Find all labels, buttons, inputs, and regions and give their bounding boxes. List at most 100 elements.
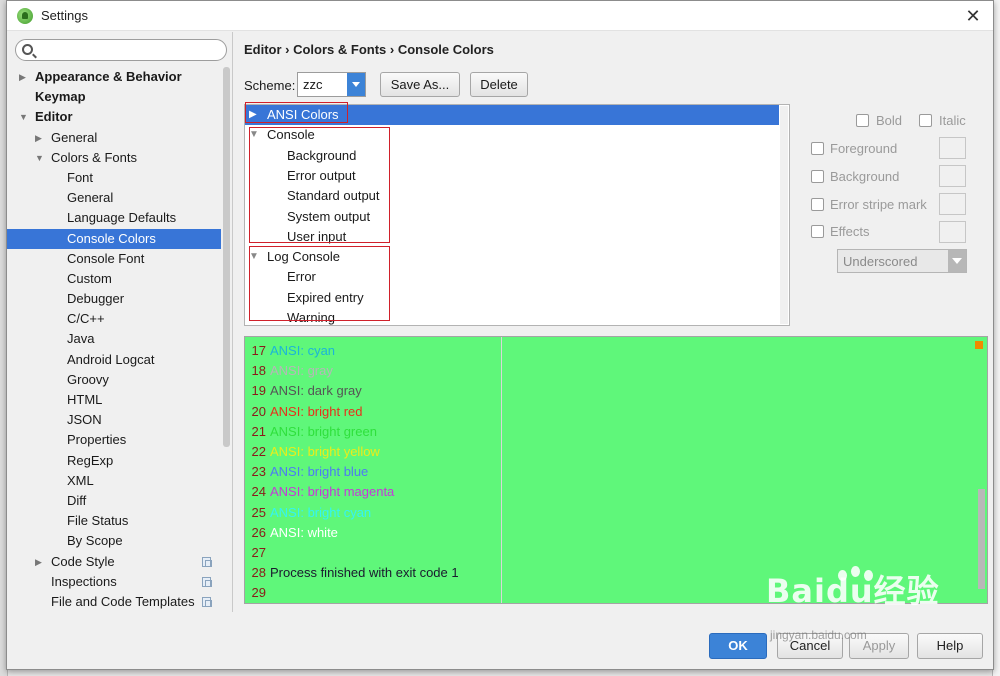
line-number: 29	[251, 585, 266, 601]
sidebar-item[interactable]: Console Font	[7, 249, 221, 269]
foreground-checkbox[interactable]	[811, 142, 824, 155]
sidebar-item[interactable]: File and Code Templates	[7, 592, 221, 612]
sidebar-item[interactable]: Android Logcat	[7, 350, 221, 370]
scheme-dropdown[interactable]: zzc	[297, 72, 366, 97]
sidebar-item[interactable]: Diff	[7, 491, 221, 511]
chevron-down-icon[interactable]	[948, 250, 966, 272]
line-number: 24	[251, 484, 266, 500]
effect-type-dropdown[interactable]: Underscored	[837, 249, 967, 273]
sidebar-item-label: RegExp	[67, 452, 114, 468]
window-title: Settings	[41, 8, 88, 23]
sidebar-item[interactable]: RegExp	[7, 451, 221, 471]
line-number: 19	[251, 383, 266, 399]
sidebar-item[interactable]: Language Defaults	[7, 208, 221, 228]
sidebar-item[interactable]: Debugger	[7, 289, 221, 309]
breadcrumb: Editor › Colors & Fonts › Console Colors	[244, 42, 494, 57]
sidebar-item-label: Console Font	[67, 250, 145, 266]
highlight-box-ansi	[245, 102, 348, 123]
sidebar-item[interactable]: Custom	[7, 269, 221, 289]
sidebar-item[interactable]: HTML	[7, 390, 221, 410]
sidebar-item-label: Font	[67, 169, 94, 185]
preview-line-text: ANSI: gray	[270, 363, 333, 379]
sidebar-item[interactable]: Properties	[7, 430, 221, 450]
preview-line-text: ANSI: cyan	[270, 343, 336, 358]
expand-right-icon[interactable]: ▶	[35, 552, 45, 572]
italic-checkbox[interactable]	[919, 114, 932, 127]
sidebar-item[interactable]: ▼ Editor	[7, 107, 221, 127]
error-stripe-color-swatch[interactable]	[939, 193, 966, 215]
close-icon[interactable]: ✕	[963, 6, 983, 26]
settings-tree: ▶ Appearance & Behavior Keymap ▼ Editor ▶ Gene…	[7, 67, 221, 612]
line-number: 27	[251, 545, 266, 560]
line-number: 26	[251, 524, 266, 540]
expand-right-icon[interactable]: ▶	[35, 128, 45, 148]
sidebar-item-label: XML	[67, 472, 94, 488]
expand-down-icon[interactable]: ▼	[19, 107, 29, 127]
preview-line-text: ANSI: bright cyan	[270, 504, 372, 520]
error-stripe-marker	[975, 341, 983, 349]
main-panel: Editor › Colors & Fonts › Console Colors…	[234, 32, 994, 612]
sidebar-item[interactable]: Java	[7, 329, 221, 349]
color-tree-scrollbar[interactable]	[780, 106, 788, 324]
delete-button[interactable]: Delete	[470, 72, 528, 97]
bold-checkbox[interactable]	[856, 114, 869, 127]
sidebar-item[interactable]: Groovy	[7, 370, 221, 390]
sidebar-item[interactable]: C/C++	[7, 309, 221, 329]
preview-line-text: ANSI: white	[270, 524, 338, 540]
android-studio-icon	[17, 7, 33, 24]
foreground-color-swatch[interactable]	[939, 137, 966, 159]
sidebar-item[interactable]: XML	[7, 471, 221, 491]
sidebar-item-label: Console Colors	[67, 230, 156, 246]
save-as-button[interactable]: Save As...	[380, 72, 460, 97]
sidebar-item-label: Groovy	[67, 371, 109, 387]
effects-checkbox[interactable]	[811, 225, 824, 238]
preview-line-text: ANSI: dark gray	[270, 383, 362, 399]
sidebar-item[interactable]: Console Colors	[7, 228, 221, 249]
error-stripe-checkbox[interactable]	[811, 198, 824, 211]
expand-down-icon[interactable]: ▼	[35, 148, 45, 168]
sidebar-item[interactable]: General	[7, 188, 221, 208]
sidebar-item-label: C/C++	[67, 311, 105, 327]
line-number: 25	[251, 504, 266, 520]
line-number: 23	[251, 464, 266, 480]
title-bar: Settings ✕	[7, 1, 993, 31]
sidebar-item[interactable]: Keymap	[7, 87, 221, 107]
preview-line-text: ANSI: bright magenta	[270, 484, 395, 500]
background-color-swatch[interactable]	[939, 165, 966, 187]
line-number: 21	[251, 423, 266, 439]
search-input[interactable]	[38, 42, 218, 58]
bold-label: Bold	[876, 113, 903, 128]
background-label: Background	[830, 169, 900, 184]
background-checkbox[interactable]	[811, 170, 824, 183]
effect-type-value: Underscored	[843, 254, 918, 269]
sidebar-item[interactable]: Font	[7, 168, 221, 188]
line-number: 18	[251, 363, 266, 379]
error-stripe-label: Error stripe mark	[830, 197, 927, 212]
console-preview[interactable]: 17 ANSI: cyan 18 ANSI: gray 19 ANSI: dark gra…	[244, 336, 988, 604]
sidebar-item[interactable]: File Status	[7, 511, 221, 531]
sidebar-item-label: Diff	[67, 492, 87, 508]
search-box[interactable]	[15, 39, 227, 61]
sidebar-item[interactable]: Inspections	[7, 572, 221, 592]
preview-scrollbar[interactable]	[978, 489, 985, 589]
preview-line-text: ANSI: bright blue	[270, 464, 369, 480]
sidebar-item-label: File Status	[67, 513, 129, 529]
line-number: 20	[251, 403, 266, 419]
sidebar-item[interactable]: ▶ Code Style	[7, 552, 221, 572]
sidebar-item[interactable]: By Scope	[7, 531, 221, 551]
sidebar-item[interactable]: JSON	[7, 410, 221, 430]
watermark-url: jingyan.baidu.com	[770, 628, 867, 642]
sidebar-item-label: HTML	[67, 392, 103, 407]
sidebar-item[interactable]: ▶ General	[7, 128, 221, 148]
help-button[interactable]: Help	[917, 633, 983, 659]
chevron-down-icon[interactable]	[347, 73, 365, 96]
sidebar-item[interactable]: ▼ Colors & Fonts	[7, 148, 221, 168]
ok-button[interactable]: OK	[709, 633, 767, 659]
line-number: 28	[251, 565, 266, 581]
sidebar-item[interactable]: ▶ Appearance & Behavior	[7, 67, 221, 87]
effects-color-swatch[interactable]	[939, 221, 966, 243]
sidebar-item-label: By Scope	[67, 533, 123, 549]
expand-right-icon[interactable]: ▶	[19, 67, 29, 87]
sidebar-scrollbar[interactable]	[223, 67, 230, 447]
sidebar-item-label: Language Defaults	[67, 210, 177, 226]
